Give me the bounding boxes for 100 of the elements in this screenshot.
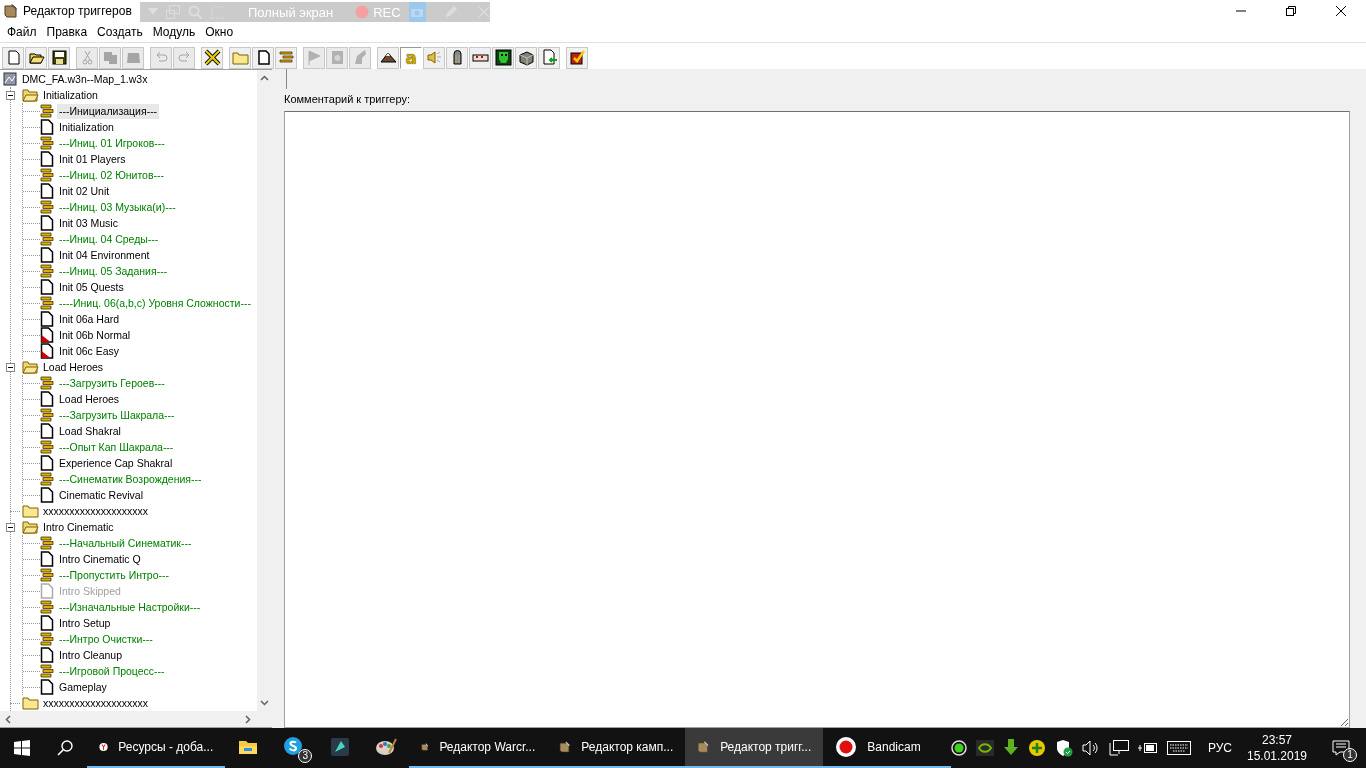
record-icon [835,736,858,758]
notifications-icon[interactable] [1332,740,1350,756]
trigger-item[interactable]: Intro Cinematic Q [57,551,143,567]
cube-icon [517,49,535,66]
trigger-item[interactable]: Init 01 Players [57,151,128,167]
taskbar-button[interactable]: Редактор тригг... [685,728,824,768]
x-icon [203,49,221,66]
clock-time[interactable]: 23:57 [1261,732,1292,748]
menu-item[interactable]: Файл [2,25,42,39]
trigger-item[interactable]: Init 04 Environment [57,247,152,263]
comment-item[interactable]: ---Иниц. 03 Музыка(и)--- [57,199,178,215]
trigger-item[interactable]: Experience Cap Shakral [57,455,175,471]
scroll-left-icon[interactable] [4,714,13,724]
trigger-item[interactable]: Init 05 Quests [57,279,126,295]
trigger-item[interactable]: Init 03 Music [57,215,120,231]
map-label[interactable]: DMC_FA.w3n--Map_1.w3x [20,71,150,87]
record-icon [355,5,370,19]
collapse-toggle[interactable] [6,522,15,532]
scroll-right-icon[interactable] [243,714,252,724]
collapse-toggle[interactable] [6,362,15,372]
windows-logo-icon[interactable] [13,740,30,756]
menu-item[interactable]: Правка [41,25,93,39]
comment-item[interactable]: ---Иниц. 02 Юнитов--- [57,167,166,183]
checkbox-icon [568,49,586,66]
restore-icon[interactable] [1286,6,1296,16]
language-indicator[interactable]: РУС [1207,741,1232,755]
trigger-item[interactable]: Gameplay [57,679,109,695]
collapse-toggle[interactable] [6,90,15,100]
trigger-item[interactable]: Load Shakral [57,423,123,439]
toolbar-button[interactable] [377,46,399,69]
lines-icon [40,264,54,278]
menu-item[interactable]: Создать [92,25,148,39]
folder-label[interactable]: Intro Cinematic [41,519,116,535]
comment-item[interactable]: ---Загрузить Шакрала--- [57,407,177,423]
toolbar-button[interactable] [566,46,588,69]
menu-item[interactable]: Модуль [147,25,201,39]
trigger-item[interactable]: Cinematic Revival [57,487,146,503]
lines-icon [40,472,54,486]
comment-item[interactable]: ---Начальный Синематик--- [57,535,194,551]
taskbar-button[interactable]: Ресурсы - доба... [87,728,226,768]
lines-icon [40,536,54,550]
scroll-down-icon[interactable] [260,698,269,707]
network-icon[interactable] [1108,740,1129,756]
toolbar-button[interactable] [252,46,274,69]
comment-item[interactable]: ---Иниц. 05 Задания--- [57,263,170,279]
page-icon [40,247,54,263]
comment-field[interactable] [284,111,1350,728]
comment-item[interactable]: ---Инициализация--- [57,103,160,119]
window-title: Редактор триггеров [23,4,132,18]
trigger-item[interactable]: Load Heroes [57,391,122,407]
comment-item[interactable]: ---Синематик Возрождения--- [57,471,204,487]
folder-label[interactable]: xxxxxxxxxxxxxxxxxxxx [41,503,150,519]
graphics-icon[interactable] [975,740,994,756]
menu-item[interactable]: Окно [200,25,239,39]
comment-item[interactable]: ---Загрузить Героев--- [57,375,167,391]
comment-item[interactable]: ---Опыт Кап Шакрала--- [57,439,176,455]
lines-icon [40,568,54,582]
lines-icon [40,168,54,182]
toolbar-button[interactable] [25,46,47,69]
page-icon [40,647,54,663]
status-dot-icon[interactable] [950,740,967,756]
toolbar-button[interactable] [515,46,537,69]
trigger-item[interactable]: Init 06a Hard [57,311,122,327]
page-icon [40,583,54,599]
clock-date[interactable]: 15.01.2019 [1246,748,1307,764]
battery-icon[interactable] [1137,741,1158,755]
plus-icon[interactable] [1027,739,1046,757]
comment-item[interactable]: ---Игровой Процесс--- [57,663,167,679]
trigger-item[interactable]: Init 02 Unit [57,183,112,199]
search-icon[interactable] [57,740,74,756]
close-icon[interactable] [1336,6,1346,16]
toolbar-button[interactable] [446,46,468,69]
page-icon [40,183,54,199]
folder-label[interactable]: Initialization [41,87,100,103]
trigger-item[interactable]: Init 06b Normal [57,327,133,343]
page-icon [40,311,54,327]
comment-item[interactable]: ----Иниц. 06(a,b,c) Уровня Сложности--- [57,295,253,311]
taskbar-button[interactable]: Редактор Warcr... [409,728,548,768]
horizontal-scrollbar[interactable] [0,711,272,727]
folder-label[interactable]: Load Heroes [41,359,106,375]
trigger-item[interactable]: Init 06c Easy [57,343,122,359]
scroll-up-icon[interactable] [260,74,269,83]
volume-icon[interactable] [1081,740,1100,756]
toolbar-button[interactable] [201,46,223,69]
keyboard-icon[interactable] [1166,741,1191,755]
comment-item[interactable]: ---Интро Очистки--- [57,631,155,647]
trigger-item[interactable]: Intro Setup [57,615,113,631]
toolbar-button[interactable] [492,46,514,69]
taskbar-button[interactable]: Bandicam [823,728,951,768]
comment-item[interactable]: ---Иниц. 04 Среды--- [57,231,161,247]
trigger-item[interactable]: Initialization [57,119,116,135]
comment-item[interactable]: ---Пропустить Интро--- [57,567,171,583]
trigger-item[interactable]: Intro Cleanup [57,647,125,663]
taskbar-button[interactable]: 3 [271,728,318,768]
folder-label[interactable]: xxxxxxxxxxxxxxxxxxxx [41,695,150,711]
download-icon[interactable] [1002,739,1019,757]
comment-item[interactable]: ---Изначальные Настройки--- [57,599,203,615]
shield-icon[interactable] [1054,739,1073,757]
toolbar-button[interactable] [48,46,70,69]
comment-item[interactable]: ---Иниц. 01 Игроков--- [57,135,167,151]
